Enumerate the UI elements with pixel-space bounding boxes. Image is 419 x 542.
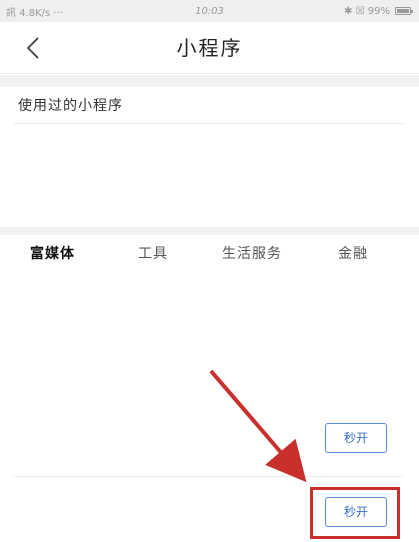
recent-heading: 使用过的小程序 [18,98,123,114]
divider [14,123,403,124]
status-right: ✱ ☒ 99% [344,5,413,17]
open-button[interactable]: 秒开 [325,423,387,453]
page-title: 小程序 [176,36,243,60]
tab-rich-media[interactable]: 富媒体 [30,243,75,263]
nav-bar: 小程序 [0,22,419,74]
category-tabs: 富媒体 工具 生活服务 金融 [0,235,419,271]
signal-network-speed: 訊 4.8K/s ··· [6,7,63,19]
status-bar: 訊 4.8K/s ··· 10:03 ✱ ☒ 99% [0,0,419,22]
status-left: 訊 4.8K/s ··· [6,4,63,19]
battery-icon [395,7,413,15]
highlight-box [310,487,400,539]
recent-mini-programs-section: 使用过的小程序 [0,87,419,227]
section-gap [0,227,419,235]
row-divider [14,476,403,477]
tab-finance[interactable]: 金融 [338,243,368,263]
tab-tools[interactable]: 工具 [138,243,168,263]
section-gap [0,75,419,87]
status-time: 10:03 [195,5,224,17]
battery-percent: ✱ ☒ 99% [344,5,390,17]
tab-life-services[interactable]: 生活服务 [222,243,282,263]
